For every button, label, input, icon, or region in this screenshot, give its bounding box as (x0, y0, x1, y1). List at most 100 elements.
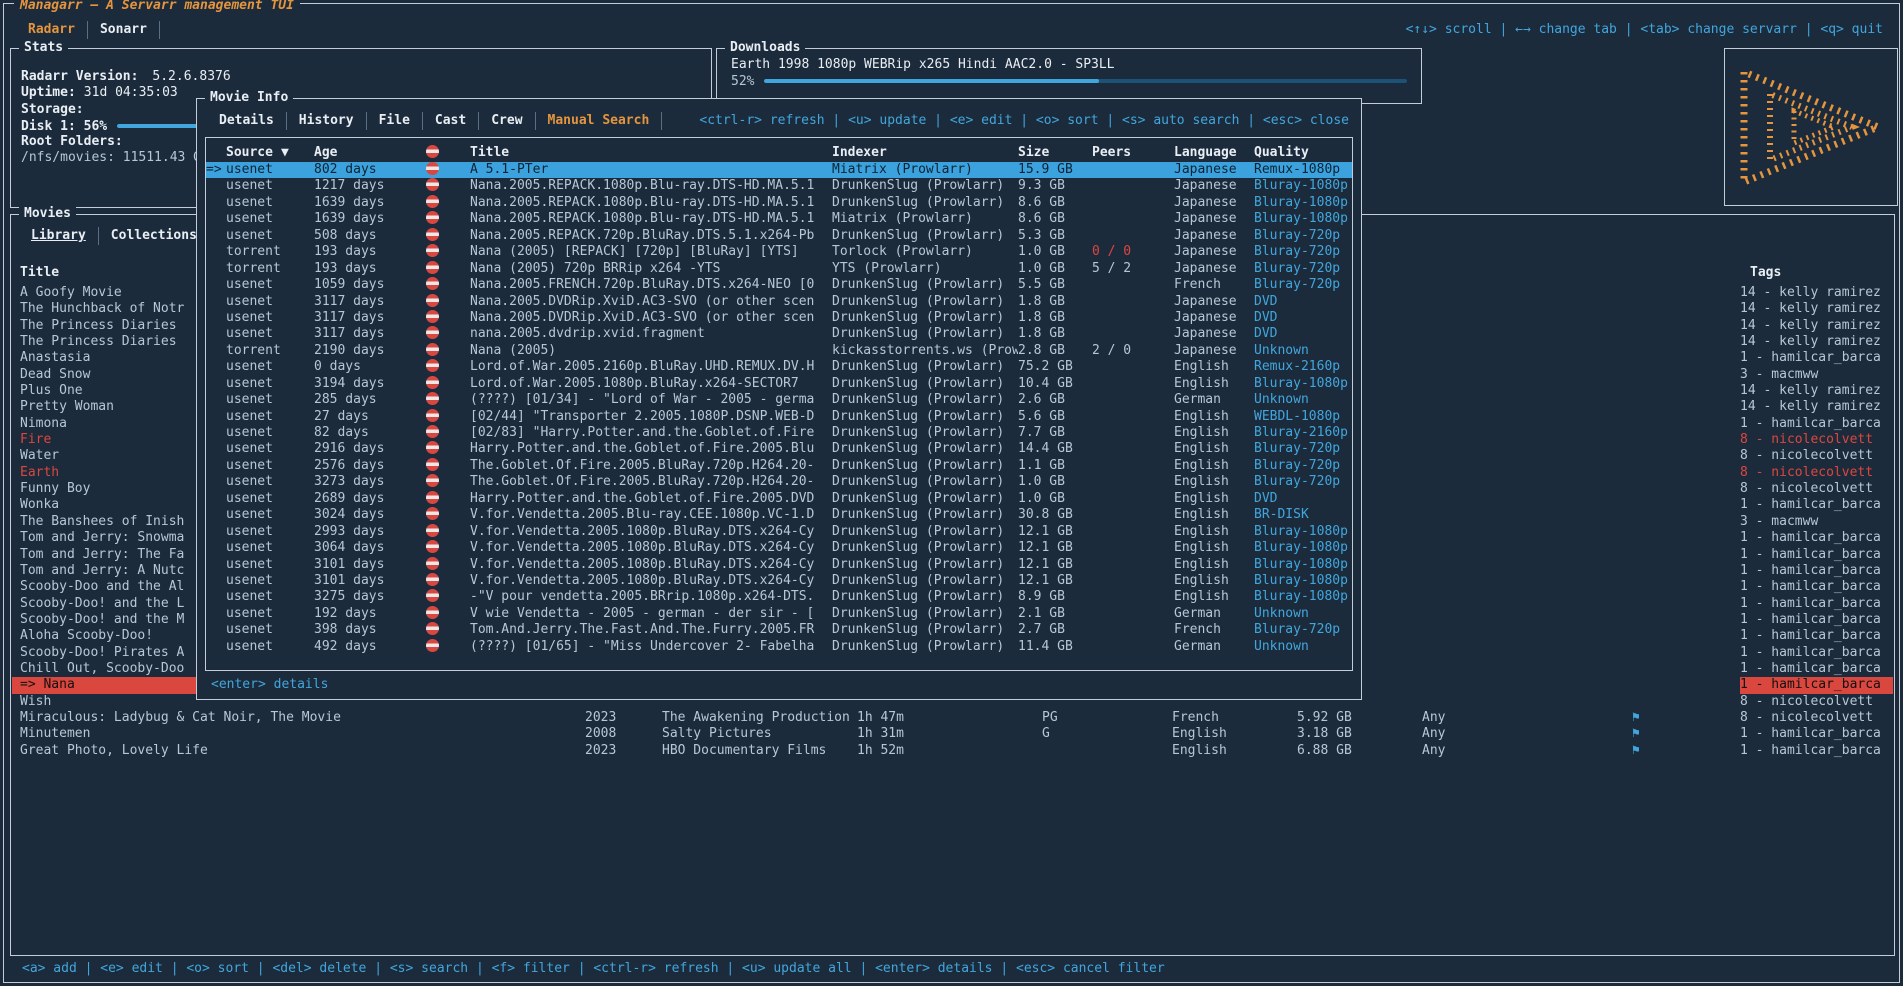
result-language: Japanese (1174, 244, 1254, 260)
result-title: Nana.2005.FRENCH.720p.BluRay.DTS.x264-NE… (470, 277, 832, 293)
search-result-row[interactable]: usenet 398 days Tom.And.Jerry.The.Fast.A… (206, 622, 1352, 638)
result-indexer: Torlock (Prowlarr) (832, 244, 1018, 260)
search-result-row[interactable]: usenet 1059 days Nana.2005.FRENCH.720p.B… (206, 277, 1352, 293)
movie-info-tab[interactable]: Crew (479, 112, 535, 130)
search-result-row[interactable]: usenet 3273 days The.Goblet.Of.Fire.2005… (206, 474, 1352, 490)
selection-marker: => (206, 162, 226, 178)
result-indexer: DrunkenSlug (Prowlarr) (832, 376, 1018, 392)
result-title: (????) [01/65] - "Miss Undercover 2- Fab… (470, 639, 832, 655)
search-result-row[interactable]: usenet 3101 days V.for.Vendetta.2005.108… (206, 573, 1352, 589)
movie-row[interactable]: Miraculous: Ladybug & Cat Noir, The Movi… (12, 710, 1893, 726)
no-entry-icon (426, 573, 470, 589)
search-result-row[interactable]: usenet 3024 days V.for.Vendetta.2005.Blu… (206, 507, 1352, 523)
result-title: Nana.2005.DVDRip.XviD.AC3-SVO (or other … (470, 310, 832, 326)
version-label: Radarr Version: (21, 69, 138, 84)
result-indexer: DrunkenSlug (Prowlarr) (832, 178, 1018, 194)
movie-min-availability: Any (1422, 743, 1622, 759)
search-result-row[interactable]: usenet 27 days [02/44] "Transporter 2.20… (206, 409, 1352, 425)
result-indexer: DrunkenSlug (Prowlarr) (832, 557, 1018, 573)
result-source: usenet (226, 458, 314, 474)
movie-min-availability (1422, 432, 1622, 448)
result-quality: Bluray-720p (1254, 458, 1352, 474)
movies-tab[interactable]: Library (19, 227, 99, 245)
no-entry-icon (426, 557, 470, 573)
movie-certification (1042, 743, 1172, 759)
modal-keybindings: <ctrl-r> refresh | <u> update | <e> edit… (699, 112, 1349, 130)
result-source: usenet (226, 622, 314, 638)
movie-tag: 1 - hamilcar_barca (1740, 645, 1893, 661)
movie-info-tab[interactable]: Manual Search (536, 112, 663, 130)
result-title: V.for.Vendetta.2005.1080p.BluRay.DTS.x26… (470, 573, 832, 589)
movie-tag: 14 - kelly ramirez (1740, 285, 1893, 301)
no-entry-icon (426, 425, 470, 441)
search-result-row[interactable]: usenet 3101 days V.for.Vendetta.2005.108… (206, 557, 1352, 573)
movie-min-availability (1422, 367, 1622, 383)
search-result-row[interactable]: torrent 193 days Nana (2005) [REPACK] [7… (206, 244, 1352, 260)
servarr-tab[interactable]: Sonarr (88, 21, 160, 39)
movie-info-tab[interactable]: File (367, 112, 423, 130)
search-result-row[interactable]: usenet 3194 days Lord.of.War.2005.1080p.… (206, 376, 1352, 392)
result-size: 1.0 GB (1018, 491, 1092, 507)
search-result-row[interactable]: usenet 3117 days Nana.2005.DVDRip.XviD.A… (206, 294, 1352, 310)
selection-marker (206, 425, 226, 441)
search-result-row[interactable]: usenet 1639 days Nana.2005.REPACK.1080p.… (206, 195, 1352, 211)
movie-info-tab[interactable]: Details (207, 112, 287, 130)
search-result-row[interactable]: usenet 3117 days nana.2005.dvdrip.xvid.f… (206, 326, 1352, 342)
search-result-row[interactable]: usenet 2916 days Harry.Potter.and.the.Go… (206, 441, 1352, 457)
movie-row[interactable]: Great Photo, Lovely Life 2023 HBO Docume… (12, 743, 1893, 759)
search-result-row[interactable]: usenet 3064 days V.for.Vendetta.2005.108… (206, 540, 1352, 556)
search-result-row[interactable]: usenet 82 days [02/83] "Harry.Potter.and… (206, 425, 1352, 441)
movie-info-tab[interactable]: History (287, 112, 367, 130)
search-result-row[interactable]: usenet 3275 days -"V pour vendetta.2005.… (206, 589, 1352, 605)
search-result-row[interactable]: usenet 508 days Nana.2005.REPACK.720p.Bl… (206, 228, 1352, 244)
result-peers (1092, 606, 1174, 622)
search-result-row[interactable]: torrent 193 days Nana (2005) 720p BRRip … (206, 261, 1352, 277)
no-entry-icon (426, 589, 470, 605)
result-source: usenet (226, 178, 314, 194)
result-title: V wie Vendetta - 2005 - german - der sir… (470, 606, 832, 622)
search-result-row[interactable]: usenet 1639 days Nana.2005.REPACK.1080p.… (206, 211, 1352, 227)
result-quality: Bluray-720p (1254, 474, 1352, 490)
servarr-tab[interactable]: Radarr (16, 21, 88, 39)
result-indexer: DrunkenSlug (Prowlarr) (832, 310, 1018, 326)
result-indexer: DrunkenSlug (Prowlarr) (832, 326, 1018, 342)
result-source: usenet (226, 195, 314, 211)
movie-tag: 1 - hamilcar_barca (1740, 579, 1893, 595)
result-title: nana.2005.dvdrip.xvid.fragment (470, 326, 832, 342)
search-result-row[interactable]: usenet 2576 days The.Goblet.Of.Fire.2005… (206, 458, 1352, 474)
result-size: 14.4 GB (1018, 441, 1092, 457)
result-peers: 2 / 0 (1092, 343, 1174, 359)
selection-marker (206, 228, 226, 244)
search-result-row[interactable]: usenet 2689 days Harry.Potter.and.the.Go… (206, 491, 1352, 507)
movie-info-tab[interactable]: Cast (423, 112, 479, 130)
download-item[interactable]: Earth 1998 1080p WEBRip x265 Hindi AAC2.… (731, 57, 1407, 73)
result-language: Japanese (1174, 162, 1254, 178)
no-entry-icon (426, 244, 470, 260)
search-result-row[interactable]: usenet 192 days V wie Vendetta - 2005 - … (206, 606, 1352, 622)
result-source: usenet (226, 491, 314, 507)
result-language: Japanese (1174, 294, 1254, 310)
flag-icon: ⚑ (1622, 726, 1740, 742)
movie-min-availability (1422, 661, 1622, 677)
movies-tab[interactable]: Collections (99, 227, 210, 245)
result-size: 1.1 GB (1018, 458, 1092, 474)
search-result-row[interactable]: usenet 492 days (????) [01/65] - "Miss U… (206, 639, 1352, 655)
movie-runtime: 1h 52m (857, 743, 1042, 759)
result-size: 12.1 GB (1018, 524, 1092, 540)
search-result-row[interactable]: usenet 2993 days V.for.Vendetta.2005.108… (206, 524, 1352, 540)
result-quality: DVD (1254, 491, 1352, 507)
no-entry-icon (426, 606, 470, 622)
flag-icon (1622, 677, 1740, 693)
result-peers (1092, 294, 1174, 310)
result-language: Japanese (1174, 343, 1254, 359)
movies-tabs: LibraryCollections (19, 227, 210, 245)
result-age: 3117 days (314, 310, 426, 326)
search-result-row[interactable]: usenet 3117 days Nana.2005.DVDRip.XviD.A… (206, 310, 1352, 326)
movie-row[interactable]: Minutemen 2008 Salty Pictures 1h 31m G E… (12, 726, 1893, 742)
flag-icon (1622, 481, 1740, 497)
search-result-row[interactable]: => usenet 802 days A 5.1-PTer Miatrix (P… (206, 162, 1352, 178)
search-result-row[interactable]: torrent 2190 days Nana (2005) kickasstor… (206, 343, 1352, 359)
search-result-row[interactable]: usenet 285 days (????) [01/34] - "Lord o… (206, 392, 1352, 408)
search-result-row[interactable]: usenet 1217 days Nana.2005.REPACK.1080p.… (206, 178, 1352, 194)
search-result-row[interactable]: usenet 0 days Lord.of.War.2005.2160p.Blu… (206, 359, 1352, 375)
